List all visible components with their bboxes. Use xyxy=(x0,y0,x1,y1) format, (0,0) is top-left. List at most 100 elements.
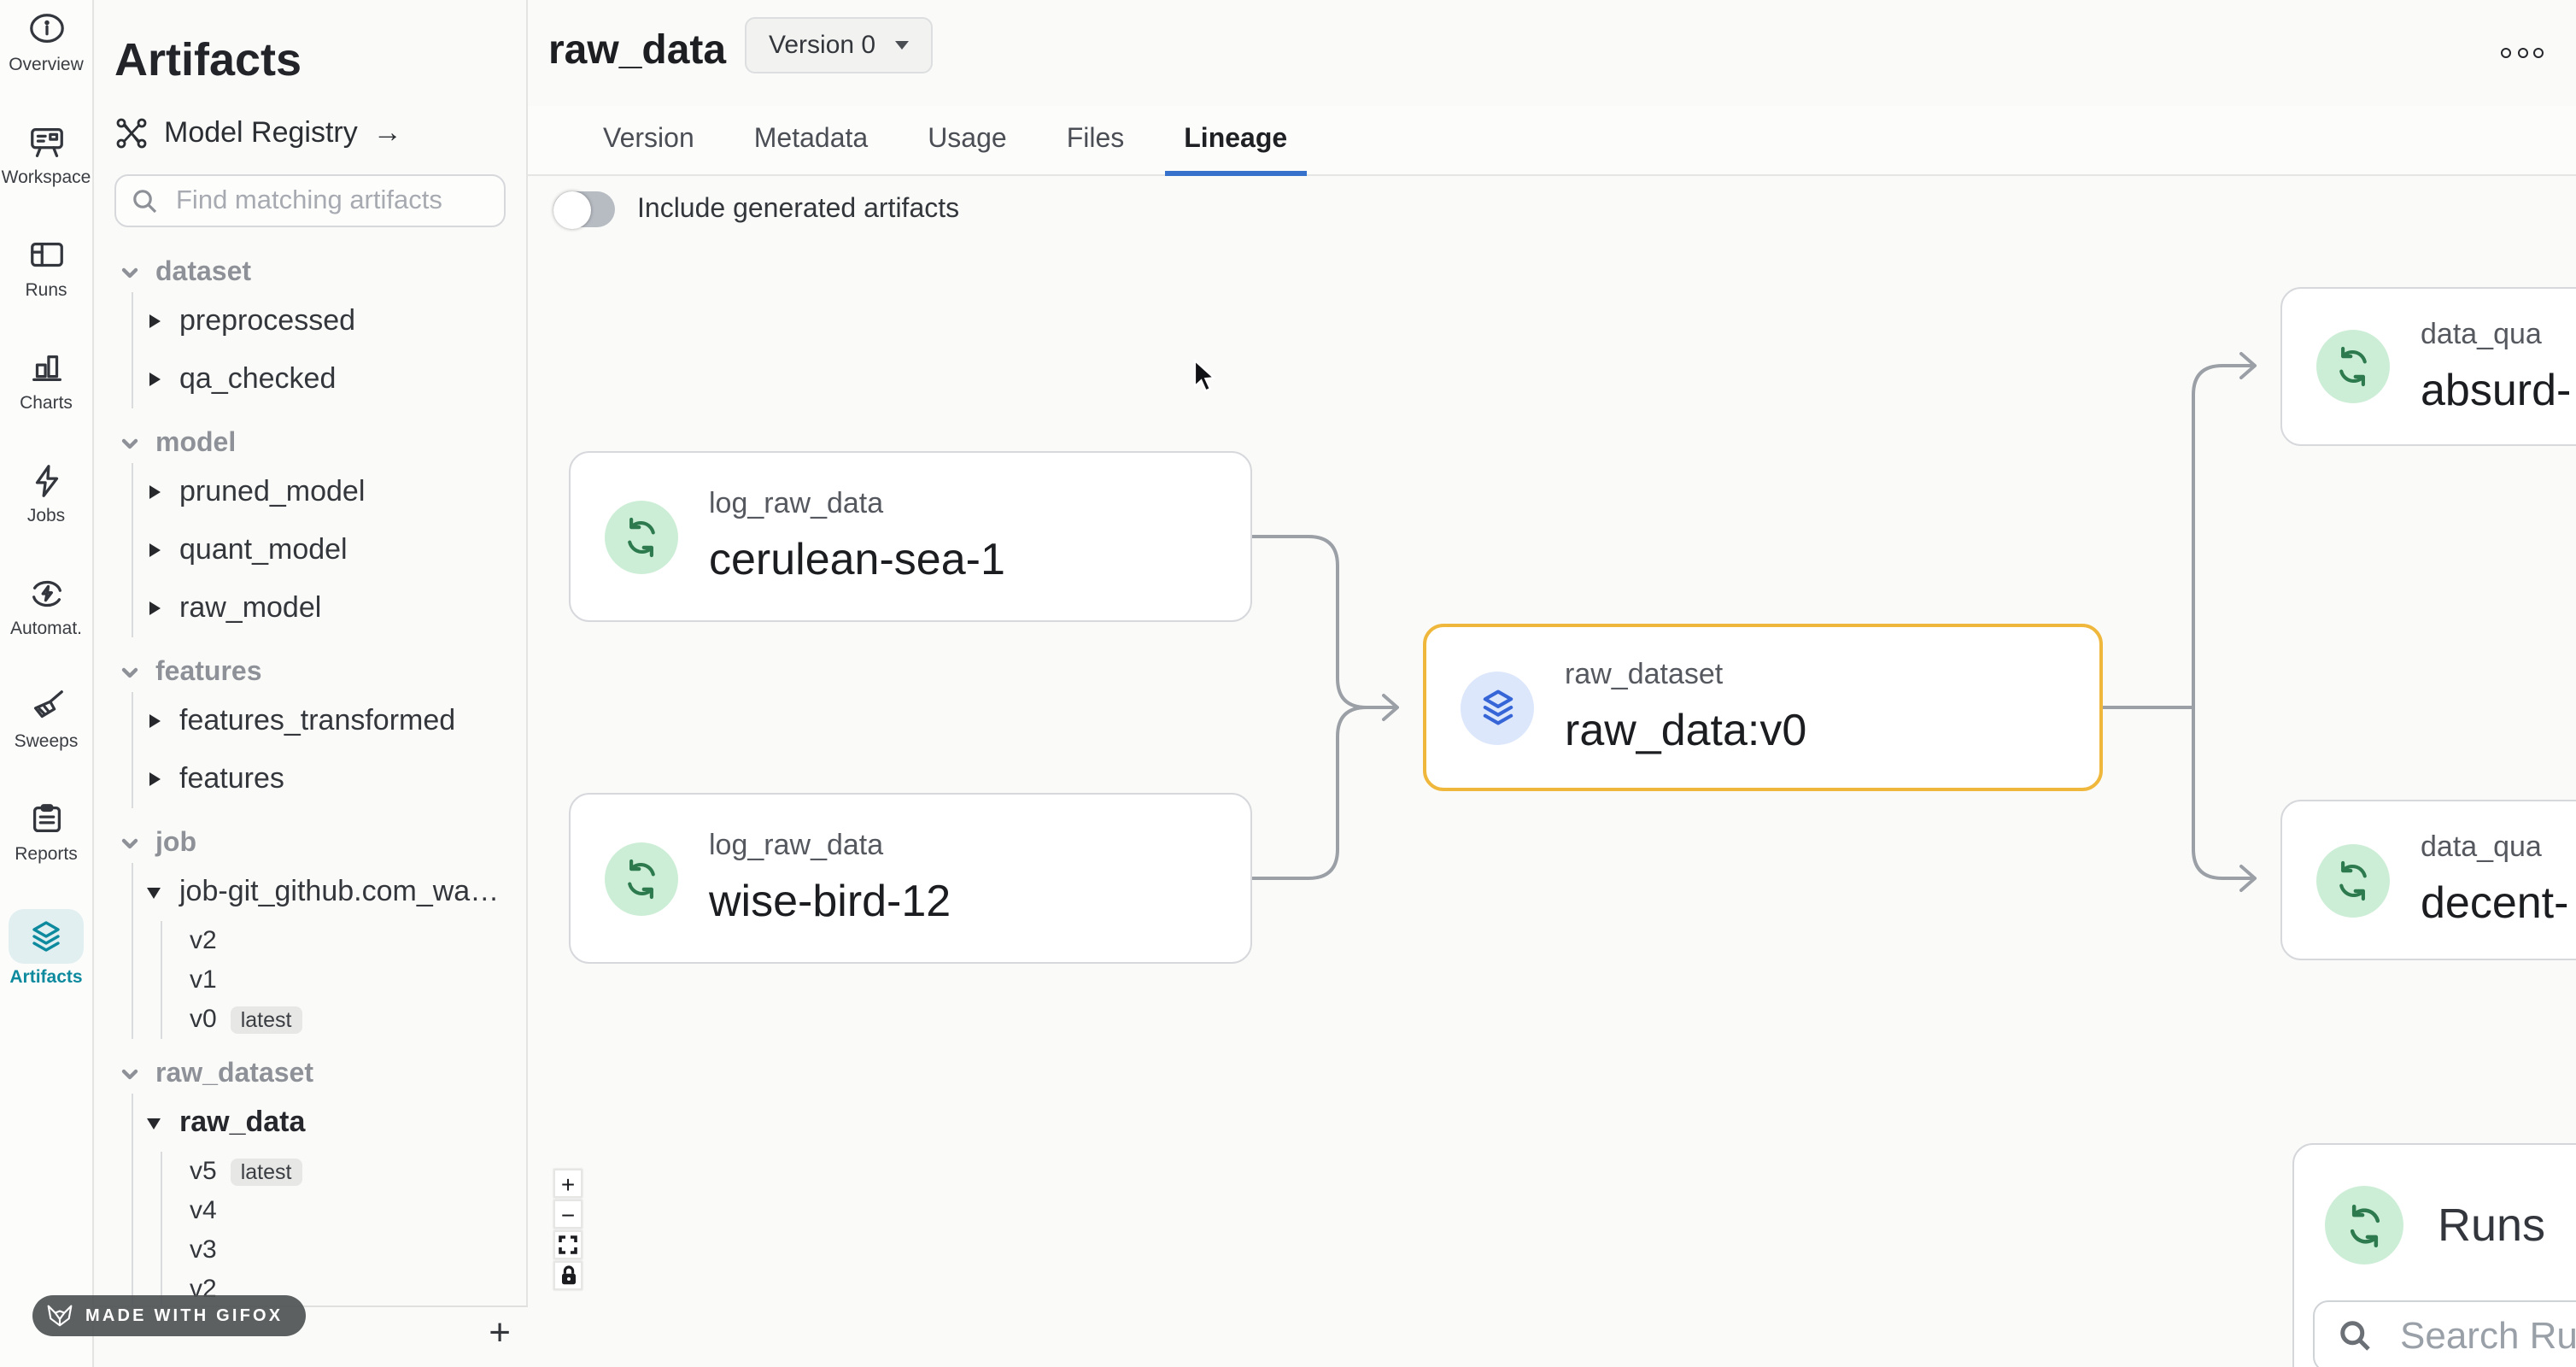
lock-icon xyxy=(558,1264,578,1287)
arrowhead-top-right xyxy=(2241,354,2255,378)
run-icon xyxy=(2316,843,2390,917)
tree-item-qa-checked[interactable]: qa_checked xyxy=(133,350,506,408)
tree-section-raw-dataset[interactable]: raw_dataset xyxy=(114,1056,506,1094)
search-icon xyxy=(2339,1319,2373,1353)
version-row-v1[interactable]: v1 xyxy=(162,960,506,1000)
rail-label: Sweeps xyxy=(15,731,79,752)
search-icon xyxy=(132,187,159,214)
lineage-node-wise-bird-12[interactable]: log_raw_data wise-bird-12 xyxy=(569,793,1252,964)
triangle-right-icon xyxy=(145,313,162,330)
tree-item-features-transformed[interactable]: features_transformed xyxy=(133,692,506,750)
report-icon xyxy=(24,796,68,841)
node-kind: raw_dataset xyxy=(1565,658,1806,692)
tab-lineage[interactable]: Lineage xyxy=(1184,105,1287,175)
tree-item-preprocessed[interactable]: preprocessed xyxy=(133,292,506,350)
search-input[interactable] xyxy=(173,184,489,218)
model-registry-link[interactable]: Model Registry → xyxy=(114,113,506,154)
lock-button[interactable] xyxy=(553,1261,583,1290)
sidebar-item-workspace[interactable]: Workspace xyxy=(0,120,93,232)
runs-table-icon xyxy=(24,232,68,277)
node-kind: log_raw_data xyxy=(709,829,951,863)
sidebar-item-artifacts[interactable]: Artifacts xyxy=(0,909,93,1022)
nav-rail: Overview Workspace Runs Charts Jobs xyxy=(0,0,94,1367)
sidebar-item-sweeps[interactable]: Sweeps xyxy=(0,684,93,796)
artifact-layers-icon xyxy=(1461,671,1534,744)
tab-usage[interactable]: Usage xyxy=(928,105,1007,175)
edge-up-right xyxy=(2193,366,2253,707)
runs-search-input[interactable] xyxy=(2397,1312,2576,1360)
tree-section-job[interactable]: job xyxy=(114,825,506,863)
tree-section-model[interactable]: model xyxy=(114,425,506,463)
version-row-v0[interactable]: v0 latest xyxy=(162,1000,506,1039)
rail-label: Workspace xyxy=(2,167,91,188)
version-row-v4[interactable]: v4 xyxy=(162,1191,506,1230)
runs-group-panel[interactable]: Runs xyxy=(2292,1143,2576,1367)
version-group-raw-data: v5 latest v4 v3 v2 xyxy=(161,1152,506,1309)
rail-label: Jobs xyxy=(27,506,65,526)
runs-search-box[interactable] xyxy=(2313,1300,2576,1367)
lineage-node-decent[interactable]: data_qua decent- xyxy=(2280,800,2576,960)
rail-label: Charts xyxy=(20,393,73,414)
run-icon xyxy=(2316,330,2390,403)
rail-label: Reports xyxy=(15,844,78,865)
tab-metadata[interactable]: Metadata xyxy=(754,105,868,175)
sidebar-item-reports[interactable]: Reports xyxy=(0,796,93,909)
lineage-node-cerulean-sea-1[interactable]: log_raw_data cerulean-sea-1 xyxy=(569,451,1252,622)
zoom-in-button[interactable]: + xyxy=(553,1169,583,1198)
tab-files[interactable]: Files xyxy=(1067,105,1125,175)
runs-panel-title: Runs xyxy=(2438,1199,2545,1252)
canvas-zoom-controls: + − xyxy=(553,1169,583,1290)
registry-graph-icon xyxy=(114,116,149,150)
latest-badge: latest xyxy=(231,1158,302,1185)
chevron-down-icon xyxy=(120,1065,140,1085)
version-row-v2[interactable]: v2 xyxy=(162,921,506,960)
sidebar-item-overview[interactable]: Overview xyxy=(0,7,93,120)
edge-cerulean-to-merge xyxy=(1252,537,1367,707)
sidebar-item-automations[interactable]: Automat. xyxy=(0,571,93,684)
run-icon xyxy=(605,500,678,573)
version-dropdown[interactable]: Version 0 xyxy=(745,17,932,73)
triangle-right-icon xyxy=(145,484,162,501)
artifact-tree: dataset preprocessed qa_checked model xyxy=(114,255,506,1309)
tree-section-features[interactable]: features xyxy=(114,654,506,692)
artifact-search-box[interactable] xyxy=(114,174,506,227)
tree-item-quant-model[interactable]: quant_model xyxy=(133,521,506,579)
broom-icon xyxy=(24,684,68,728)
external-arrow-icon: → xyxy=(373,116,402,150)
sidebar-item-charts[interactable]: Charts xyxy=(0,345,93,458)
add-artifact-type-button[interactable]: + xyxy=(489,1314,511,1352)
tree-item-features[interactable]: features xyxy=(133,750,506,808)
node-name: wise-bird-12 xyxy=(709,875,951,928)
version-row-v5[interactable]: v5 latest xyxy=(162,1152,506,1191)
include-generated-toggle[interactable] xyxy=(553,191,615,227)
lineage-node-absurd[interactable]: data_qua absurd- xyxy=(2280,287,2576,446)
sidebar-item-runs[interactable]: Runs xyxy=(0,232,93,345)
sidebar-item-jobs[interactable]: Jobs xyxy=(0,458,93,571)
latest-badge: latest xyxy=(231,1006,302,1033)
mouse-cursor xyxy=(1192,359,1218,395)
tree-item-pruned-model[interactable]: pruned_model xyxy=(133,463,506,521)
chevron-down-icon xyxy=(120,663,140,684)
app-window: Overview Workspace Runs Charts Jobs xyxy=(0,0,2576,1367)
layers-icon xyxy=(9,909,84,964)
workspace-icon xyxy=(24,120,68,164)
tab-version[interactable]: Version xyxy=(603,105,694,175)
triangle-down-icon xyxy=(145,883,162,901)
bar-chart-icon xyxy=(24,345,68,390)
chevron-down-icon xyxy=(894,41,908,50)
info-icon xyxy=(24,7,68,51)
triangle-down-icon xyxy=(145,1114,162,1131)
tree-item-raw-data[interactable]: raw_data xyxy=(133,1094,506,1152)
run-icon xyxy=(605,842,678,915)
fit-view-button[interactable] xyxy=(553,1230,583,1259)
artifact-header: raw_data Version 0 xyxy=(528,0,2576,106)
version-row-v3[interactable]: v3 xyxy=(162,1230,506,1270)
tree-item-raw-model[interactable]: raw_model xyxy=(133,579,506,637)
arrowhead-bottom-right xyxy=(2241,866,2255,890)
tree-item-job-git[interactable]: job-git_github.com_wa… xyxy=(133,863,506,921)
tree-group-raw-dataset: raw_data v5 latest v4 v3 v2 xyxy=(132,1094,506,1309)
tree-section-dataset[interactable]: dataset xyxy=(114,255,506,292)
lineage-node-raw-data-v0[interactable]: raw_dataset raw_data:v0 xyxy=(1423,624,2103,791)
zoom-out-button[interactable]: − xyxy=(553,1200,583,1229)
overflow-menu-button[interactable] xyxy=(2501,48,2544,58)
